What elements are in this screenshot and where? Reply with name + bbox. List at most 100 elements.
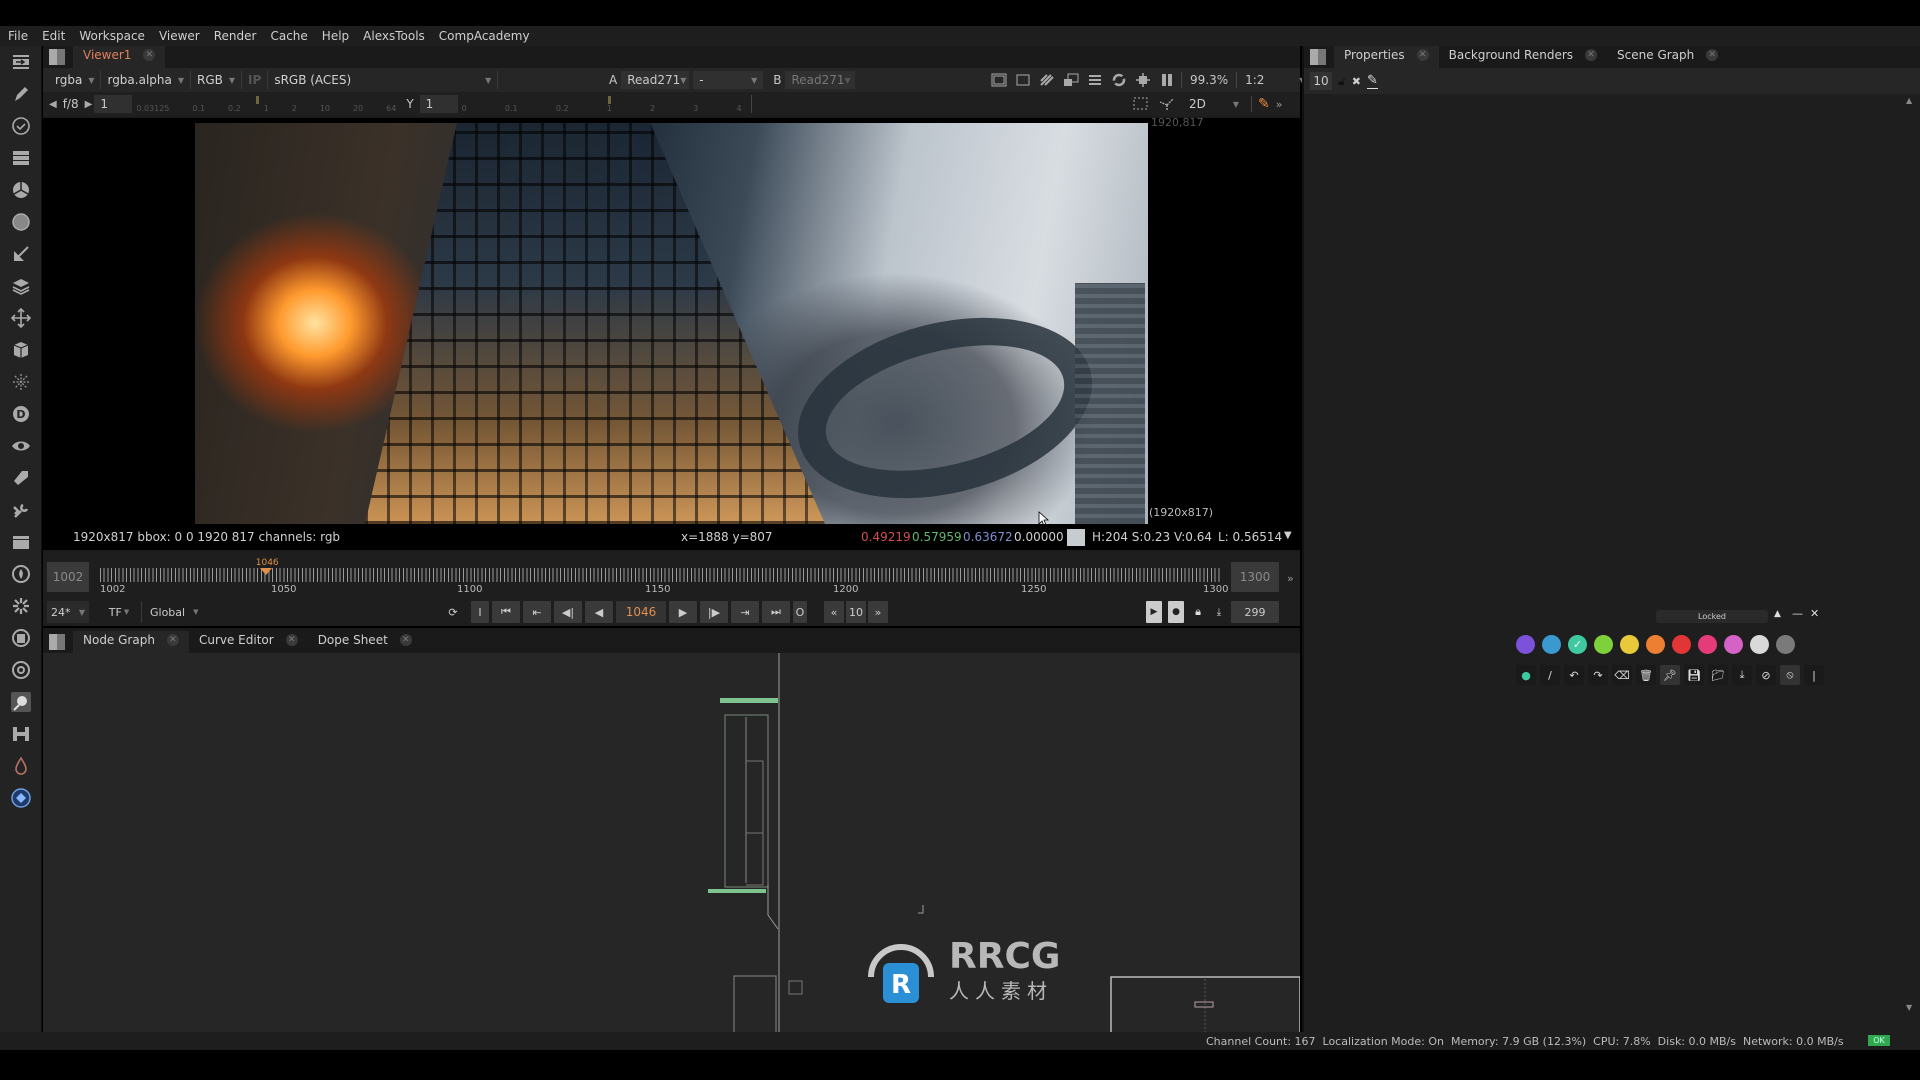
fstop-left-icon[interactable]: ◀ (49, 99, 57, 110)
roi-icon[interactable] (989, 70, 1009, 90)
refresh-icon[interactable] (1109, 70, 1129, 90)
frame-count-field[interactable]: 299 (1231, 601, 1279, 623)
eraser-icon[interactable]: ⌫ (1612, 665, 1632, 685)
playback-mode-icon[interactable]: ⟳ (442, 601, 464, 623)
color-swatch[interactable] (1698, 635, 1717, 654)
tab-properties[interactable]: Properties ✕ (1334, 46, 1439, 68)
gamma-slider[interactable]: 0 0.1 0.2 1 2 3 4 (462, 95, 752, 113)
deep-d-icon[interactable]: D (0, 398, 42, 430)
gain-slider[interactable]: 0.03125 0.1 0.2 1 2 10 20 64 (136, 95, 396, 113)
out-point-icon[interactable]: O (793, 601, 807, 623)
step-back-icon[interactable]: ◀| (554, 601, 582, 623)
axis-icon[interactable] (1157, 94, 1177, 114)
merge-layers-icon[interactable] (0, 270, 42, 302)
tab-background-renders[interactable]: Background Renders ✕ (1439, 46, 1607, 68)
fps-dropdown[interactable]: 24* ▼ (47, 601, 89, 623)
proxy-dropdown[interactable]: 1:2 (1241, 73, 1295, 87)
close-icon[interactable]: ✕ (143, 49, 156, 61)
flipbook-icon[interactable]: ▶ (1146, 601, 1162, 623)
checkerboard-icon[interactable] (1037, 70, 1057, 90)
scroll-up-icon[interactable]: ▲ (1906, 96, 1912, 105)
menu-help[interactable]: Help (322, 29, 349, 43)
close-icon[interactable]: ✕ (285, 634, 298, 646)
drop-icon[interactable] (0, 750, 42, 782)
wipe-icon[interactable] (1061, 70, 1081, 90)
in-frame-field[interactable]: 1002 (47, 562, 89, 592)
range-mode-dropdown[interactable]: Global ▼ (141, 601, 205, 623)
scroll-down-icon[interactable]: ▼ (1906, 1003, 1912, 1012)
lock-icon[interactable]: 🔓︎ (1338, 74, 1346, 89)
step-forward-icon[interactable]: |▶ (700, 601, 728, 623)
other-box-icon[interactable] (0, 526, 42, 558)
play-forward-icon[interactable]: ▶ (669, 601, 697, 623)
menu-render[interactable]: Render (214, 29, 257, 43)
tab-scene-graph[interactable]: Scene Graph ✕ (1607, 46, 1728, 68)
save-icon[interactable]: 💾︎ (1684, 665, 1704, 685)
clock-time-icon[interactable] (0, 110, 42, 142)
minimize-icon[interactable]: — (1792, 607, 1803, 620)
color-swatch[interactable] (1542, 635, 1561, 654)
zoom-level[interactable]: 99.3% (1186, 73, 1232, 87)
tab-node-graph[interactable]: Node Graph ✕ (73, 631, 189, 653)
hide-icon[interactable]: ⊘ (1756, 665, 1776, 685)
region-render-icon[interactable] (1133, 70, 1153, 90)
color-swatch[interactable] (1516, 635, 1535, 654)
fstop-right-icon[interactable]: ▶ (85, 99, 93, 110)
close-icon[interactable]: ✕ (166, 634, 179, 646)
color-swatch[interactable] (1776, 635, 1795, 654)
skip-back-increment-icon[interactable]: « (824, 601, 844, 623)
increment-field[interactable]: 10 (846, 601, 866, 623)
record-icon[interactable]: ● (1168, 601, 1184, 623)
tab-viewer1[interactable]: Viewer1 ✕ (73, 46, 166, 68)
input-a-dropdown[interactable]: Read271 ▼ (621, 71, 690, 89)
in-point-icon[interactable]: I (471, 601, 489, 623)
display-channels-dropdown[interactable]: RGB ▼ (191, 71, 243, 89)
3d-cube-icon[interactable] (0, 334, 42, 366)
gizmo-blocks-icon[interactable] (0, 718, 42, 750)
gain-input[interactable]: 1 (94, 95, 133, 113)
view-mode-dropdown[interactable]: 2D ▼ (1183, 95, 1245, 113)
lines-icon[interactable] (1085, 70, 1105, 90)
furnace-icon[interactable] (0, 558, 42, 590)
menu-workspace[interactable]: Workspace (79, 29, 145, 43)
dot-icon[interactable]: ● (1516, 665, 1536, 685)
clear-icon[interactable]: ⦸ (1780, 665, 1800, 685)
views-eye-icon[interactable] (0, 430, 42, 462)
gain-slider-handle[interactable] (256, 96, 260, 104)
marquee-select-icon[interactable] (1131, 94, 1151, 114)
pin-icon[interactable]: 📌︎ (1660, 665, 1680, 685)
menu-alexstools[interactable]: AlexsTools (363, 29, 425, 43)
menu-compacademy[interactable]: CompAcademy (439, 29, 530, 43)
panel-menu-icon[interactable] (49, 634, 65, 650)
color-swatch[interactable] (1620, 635, 1639, 654)
close-icon[interactable]: ✕ (1585, 49, 1598, 61)
gamma-input[interactable]: 1 (419, 95, 458, 113)
color-swatch[interactable] (1724, 635, 1743, 654)
frame-range-icon[interactable]: ⤓ (1211, 601, 1227, 623)
out-frame-field[interactable]: 1300 (1231, 562, 1279, 592)
lock-range-icon[interactable]: 🔒︎ (1190, 601, 1206, 623)
toolsets-wrench-icon[interactable] (0, 494, 42, 526)
properties-scrollbar[interactable]: ▲ ▼ (1906, 96, 1916, 1026)
collapse-up-icon[interactable]: ▲ (1774, 609, 1781, 619)
menu-edit[interactable]: Edit (42, 29, 65, 43)
tf-dropdown[interactable]: TF ▼ (106, 601, 132, 623)
metadata-tag-icon[interactable] (0, 462, 42, 494)
gamma-slider-handle[interactable] (607, 96, 611, 104)
folder-icon[interactable]: 📁︎ (1708, 665, 1728, 685)
trash-icon[interactable]: 🗑︎ (1636, 665, 1656, 685)
channels-dropdown[interactable]: rgba ▼ (49, 71, 102, 89)
current-frame-field[interactable]: 1046 (616, 601, 666, 623)
menu-cache[interactable]: Cache (270, 29, 307, 43)
channel-stack-icon[interactable] (0, 142, 42, 174)
safe-area-icon[interactable] (1013, 70, 1033, 90)
color-swatch[interactable] (1594, 635, 1613, 654)
node-graph-canvas[interactable]: R RRCG 人人素材 (43, 653, 1300, 1032)
pixel-plugin-icon[interactable] (0, 590, 42, 622)
max-panels-field[interactable]: 10 (1310, 72, 1332, 90)
colorspace-dropdown[interactable]: sRGB (ACES) ▼ (268, 71, 499, 89)
close-icon[interactable]: ✕ (1416, 49, 1429, 61)
viewer-canvas[interactable]: 1920,817 (1920x817) (43, 116, 1300, 527)
menu-file[interactable]: File (8, 29, 28, 43)
custom-plugin-icon[interactable] (0, 782, 42, 814)
